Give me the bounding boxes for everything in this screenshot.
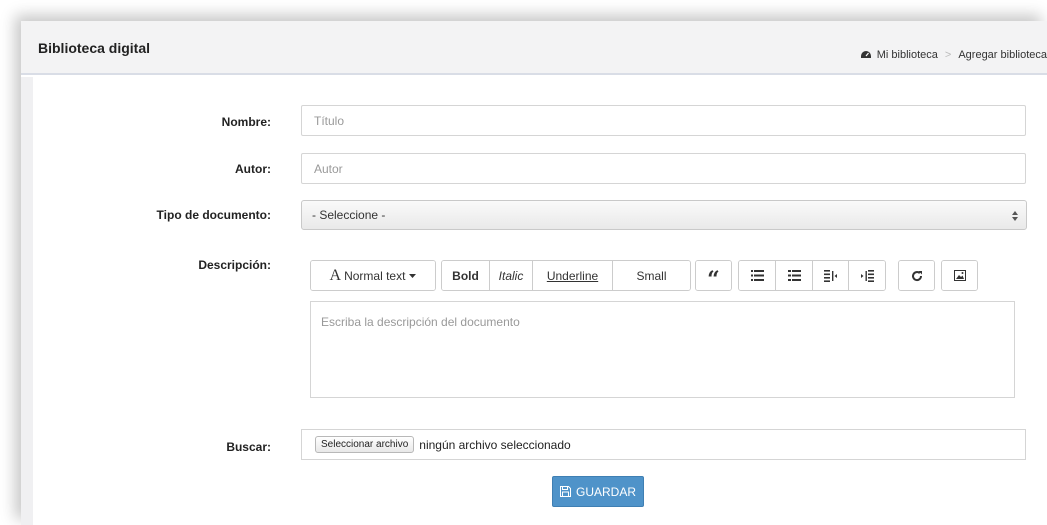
file-input[interactable]: Seleccionar archivo ningún archivo selec…: [301, 429, 1026, 460]
underline-button[interactable]: Underline: [533, 261, 613, 290]
link-button-group: [898, 260, 935, 291]
text-style-button[interactable]: A Normal text: [311, 261, 435, 290]
image-button-group: [941, 260, 978, 291]
app-window: Biblioteca digital Mi biblioteca > Agreg…: [21, 21, 1047, 525]
dashboard-icon: [860, 51, 871, 58]
tipo-documento-value: - Seleccione -: [312, 208, 386, 222]
floppy-disk-icon: [559, 486, 571, 497]
save-button[interactable]: GUARDAR: [552, 476, 644, 507]
descripcion-label: Descripción:: [198, 258, 271, 272]
select-arrows-icon: [1012, 211, 1018, 221]
image-icon[interactable]: [942, 261, 977, 290]
quote-icon[interactable]: “: [696, 261, 731, 290]
nombre-label: Nombre:: [221, 115, 271, 129]
text-style-label: Normal text: [344, 268, 406, 283]
link-icon[interactable]: [899, 261, 934, 290]
descripcion-placeholder: Escriba la descripción del documento: [321, 315, 520, 329]
page-header: Biblioteca digital Mi biblioteca > Agreg…: [21, 21, 1047, 75]
breadcrumb-separator: >: [944, 49, 952, 61]
file-status: ningún archivo seleccionado: [419, 437, 571, 452]
breadcrumb: Mi biblioteca > Agregar biblioteca: [860, 49, 1047, 61]
nombre-placeholder: Título: [314, 113, 345, 128]
autor-input[interactable]: Autor: [301, 153, 1026, 184]
blockquote-group: “: [695, 260, 732, 291]
select-file-button[interactable]: Seleccionar archivo: [315, 436, 415, 453]
bold-button[interactable]: Bold: [442, 261, 490, 290]
autor-label: Autor:: [235, 162, 271, 176]
caret-down-icon: [409, 273, 417, 278]
format-button-group: Bold Italic Underline Small: [441, 260, 691, 291]
unordered-list-icon[interactable]: [739, 261, 776, 290]
outdent-icon[interactable]: [813, 261, 849, 290]
small-button[interactable]: Small: [613, 261, 690, 290]
autor-placeholder: Autor: [314, 161, 343, 176]
tipo-documento-label: Tipo de documento:: [156, 208, 271, 222]
nombre-input[interactable]: Título: [301, 105, 1026, 136]
font-glyph-icon: A: [329, 266, 342, 284]
list-button-group: [738, 260, 886, 291]
tipo-documento-select[interactable]: - Seleccione -: [301, 200, 1027, 230]
descripcion-textarea[interactable]: Escriba la descripción del documento: [310, 301, 1015, 398]
breadcrumb-home-link[interactable]: Mi biblioteca: [877, 49, 938, 61]
ordered-list-icon[interactable]: [776, 261, 813, 290]
save-label: GUARDAR: [575, 484, 636, 499]
page-title: Biblioteca digital: [38, 40, 151, 56]
text-style-dropdown[interactable]: A Normal text: [310, 260, 436, 291]
buscar-label: Buscar:: [226, 440, 271, 454]
italic-button[interactable]: Italic: [490, 261, 533, 290]
breadcrumb-current: Agregar biblioteca: [958, 49, 1047, 61]
indent-icon[interactable]: [849, 261, 885, 290]
